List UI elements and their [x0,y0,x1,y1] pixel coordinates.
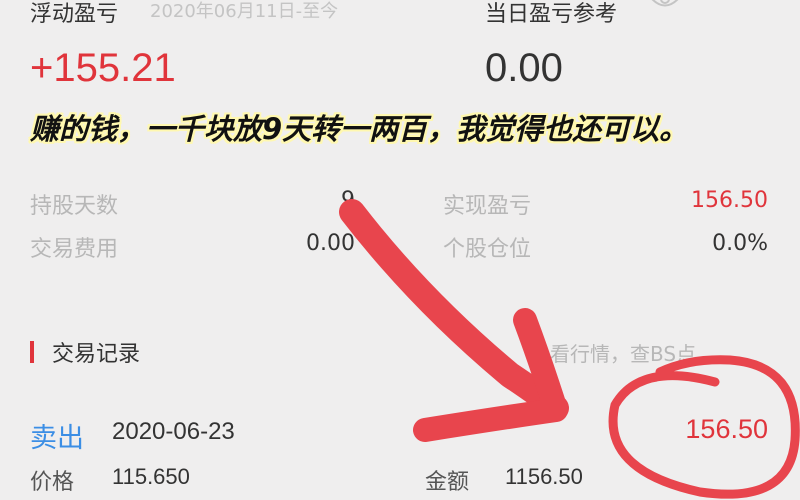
position-value: 0.0% [712,231,768,256]
floating-pnl-label: 浮动盈亏 [30,2,119,27]
today-pnl-value: 0.00 [485,46,563,90]
floating-pnl-value: +155.21 [30,46,176,90]
trade-date: 2020-06-23 [112,418,235,445]
date-range: 2020年06月11日-至今 [150,1,339,22]
realized-pnl-value: 156.50 [691,188,768,213]
position-label: 个股仓位 [443,237,532,262]
total-value: 1156.50 [505,464,583,489]
hold-days-label: 持股天数 [30,194,119,219]
section-accent-bar [30,341,34,363]
hold-days-value: 9 [341,188,355,213]
realized-pnl-label: 实现盈亏 [443,194,532,219]
fee-value: 0.00 [306,231,355,256]
today-pnl-label: 当日盈亏参考 [485,2,618,27]
price-value: 115.650 [112,464,190,489]
trade-records-title: 交易记录 [52,342,141,367]
video-caption: 赚的钱，一千块放9天转一两百，我觉得也还可以。 [30,112,689,146]
trade-amount: 156.50 [685,414,768,444]
trade-type: 卖出 [30,423,84,454]
eye-icon[interactable] [650,0,680,12]
total-label: 金额 [425,470,470,495]
view-market-link[interactable]: 看行情，查BS点 [550,338,696,367]
price-label: 价格 [30,470,75,495]
fee-label: 交易费用 [30,237,119,262]
